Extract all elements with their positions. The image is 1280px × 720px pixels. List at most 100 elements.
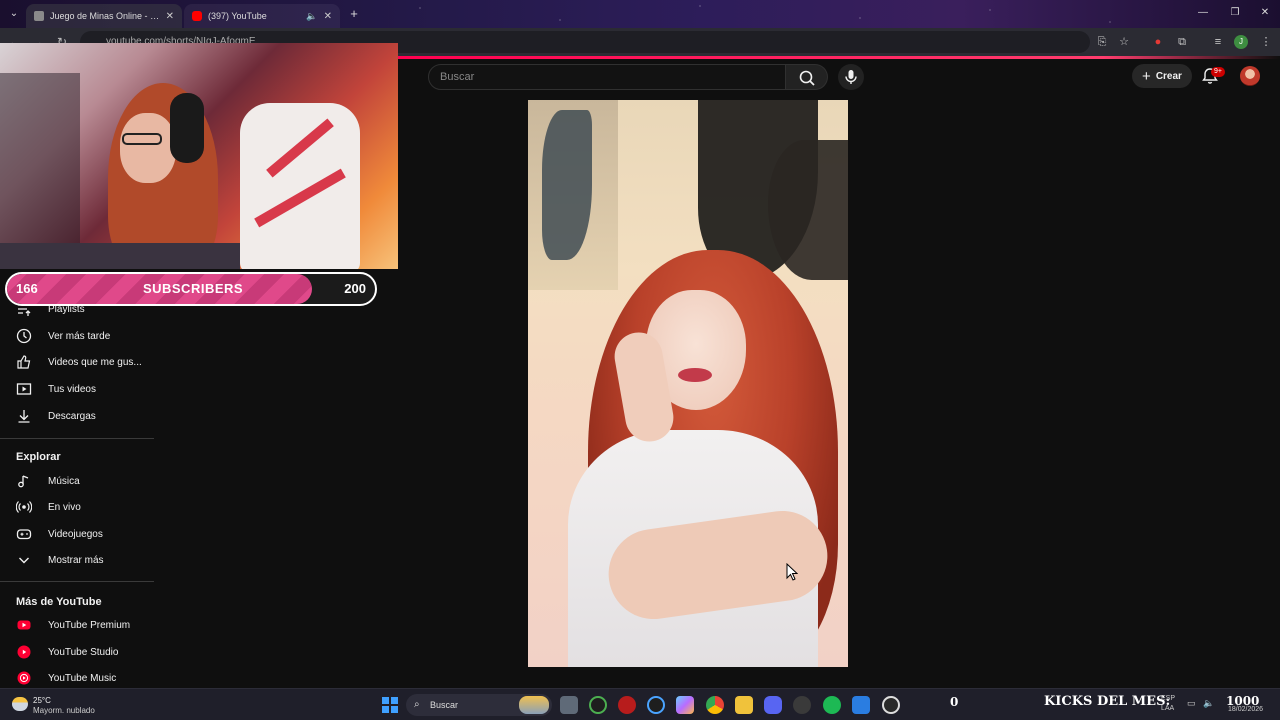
steam-icon[interactable]	[793, 696, 811, 714]
tab-minas[interactable]: Juego de Minas Online - Disfruta ✕	[26, 4, 182, 28]
clock-icon	[16, 328, 32, 344]
sidebar-item-liked-videos[interactable]: Videos que me gus...	[0, 350, 154, 374]
weather-cloud-sun-icon[interactable]	[12, 697, 28, 711]
extension-red-icon[interactable]: ●	[1150, 34, 1166, 50]
search-icon	[799, 70, 815, 86]
section-title-explorar: Explorar	[16, 451, 61, 463]
shorts-video-player[interactable]	[528, 100, 848, 667]
video-subject-lips	[678, 368, 712, 382]
sidebar-item-musica[interactable]: Música	[0, 469, 154, 493]
play-square-icon	[16, 383, 32, 395]
streamer-face	[120, 113, 176, 183]
streamer-glasses	[122, 133, 162, 145]
sidebar-item-descargas[interactable]: Descargas	[0, 404, 154, 428]
search-button[interactable]	[786, 64, 828, 90]
chair-stripe	[254, 168, 346, 228]
windows-start-icon[interactable]	[382, 697, 398, 713]
tab-favicon	[34, 11, 44, 21]
tab-search-icon[interactable]: ⌄	[6, 6, 22, 22]
account-avatar[interactable]	[1240, 66, 1260, 86]
section-title-mas-de-youtube: Más de YouTube	[16, 596, 102, 608]
upwork-icon[interactable]	[589, 696, 607, 714]
streamer-webcam-overlay	[0, 43, 398, 269]
sidebar-item-label: Música	[48, 475, 80, 487]
language-layout[interactable]: LAA	[1161, 705, 1174, 712]
webcam-background-shelf	[0, 73, 80, 243]
youtube-premium-icon	[17, 620, 31, 630]
install-app-icon[interactable]: ⎘	[1094, 34, 1110, 50]
webcam-desk	[0, 243, 240, 269]
voice-search-button[interactable]	[838, 64, 864, 90]
sidebar-divider	[0, 581, 154, 582]
chevron-down-icon	[19, 557, 29, 564]
sidebar-item-label: YouTube Studio	[48, 646, 119, 658]
plus-icon: +	[1142, 67, 1151, 85]
taskbar-search-label: Buscar	[430, 700, 459, 710]
sidebar-item-videojuegos[interactable]: Videojuegos	[0, 522, 154, 546]
youtube-music-icon	[17, 671, 31, 685]
media-controls-icon[interactable]: ≡	[1210, 34, 1226, 50]
task-view-icon[interactable]	[560, 696, 578, 714]
search-icon: ⌕	[414, 699, 420, 710]
browser-menu-icon[interactable]: ⋮	[1258, 34, 1274, 50]
sidebar-item-label: Videojuegos	[48, 528, 103, 540]
sidebar-item-youtube-music[interactable]: YouTube Music	[0, 666, 154, 690]
weather-description: Mayorm. nublado	[33, 706, 95, 715]
tab-youtube[interactable]: (397) YouTube 🔈 ✕	[184, 4, 340, 28]
create-label: Crear	[1155, 70, 1182, 82]
language-code[interactable]: ESP	[1161, 695, 1175, 702]
search-input[interactable]: Buscar	[428, 64, 786, 90]
video-background-shape	[542, 110, 592, 260]
sidebar-item-mostrar-mas[interactable]: Mostrar más	[0, 548, 154, 572]
close-icon[interactable]: ✕	[324, 11, 332, 22]
create-button[interactable]: + Crear	[1132, 64, 1192, 88]
windows-taskbar: 25°C Mayorm. nublado ⌕ Buscar 0 KICKS DE…	[0, 688, 1280, 720]
microphone-icon	[845, 70, 857, 84]
extensions-puzzle-icon[interactable]: ⧉	[1174, 34, 1190, 50]
obs-icon[interactable]	[882, 696, 900, 714]
subscriber-goal-bar: 166 SUBSCRIBERS 200	[5, 272, 377, 306]
chair-stripe	[266, 118, 334, 178]
cursor-app-icon[interactable]	[647, 696, 665, 714]
bookmark-star-icon[interactable]: ☆	[1116, 34, 1132, 50]
speaker-icon[interactable]: 🔈	[306, 11, 317, 22]
weather-temperature: 25°C	[33, 696, 51, 705]
tab-title: (397) YouTube	[208, 11, 267, 21]
sidebar-item-label: YouTube Music	[48, 672, 117, 684]
tab-title: Juego de Minas Online - Disfruta	[50, 11, 160, 21]
sidebar-item-label: Ver más tarde	[48, 330, 111, 342]
sidebar-item-youtube-premium[interactable]: YouTube Premium	[0, 613, 154, 637]
browser-profile-avatar[interactable]: J	[1234, 35, 1248, 49]
discord-icon[interactable]	[764, 696, 782, 714]
video-background-art	[528, 100, 618, 290]
sidebar-item-label: Mostrar más	[48, 554, 104, 566]
download-icon	[18, 410, 30, 423]
sidebar-divider	[0, 438, 154, 439]
taskbar-widget-icon[interactable]	[519, 696, 549, 714]
network-icon[interactable]: ▭	[1187, 698, 1196, 709]
minimize-button[interactable]: —	[1186, 4, 1220, 22]
live-icon	[16, 501, 32, 513]
sidebar-item-label: Videos que me gus...	[48, 356, 142, 368]
sidebar-item-ver-mas-tarde[interactable]: Ver más tarde	[0, 324, 154, 348]
sidebar-item-en-vivo[interactable]: En vivo	[0, 495, 154, 519]
sidebar-item-label: Tus videos	[48, 383, 96, 395]
chrome-icon[interactable]	[706, 696, 724, 714]
sidebar-item-youtube-studio[interactable]: YouTube Studio	[0, 640, 154, 664]
youtube-favicon-icon	[192, 11, 202, 21]
sidebar-item-label: Descargas	[48, 410, 96, 422]
volume-icon[interactable]: 🔈	[1203, 698, 1214, 709]
window-close-button[interactable]: ✕	[1248, 4, 1280, 22]
file-explorer-icon[interactable]	[735, 696, 753, 714]
spotify-icon[interactable]	[823, 696, 841, 714]
red-app-icon[interactable]	[618, 696, 636, 714]
thumbs-up-icon	[17, 355, 31, 369]
maximize-button[interactable]: ❐	[1218, 4, 1252, 22]
blue-app-icon[interactable]	[852, 696, 870, 714]
kicks-label: KICKS DEL MES:	[1044, 694, 1171, 709]
new-tab-button[interactable]: +	[346, 6, 362, 22]
sidebar-item-tus-videos[interactable]: Tus videos	[0, 377, 154, 401]
copilot-icon[interactable]	[676, 696, 694, 714]
taskbar-date[interactable]: 18/02/2026	[1228, 706, 1263, 713]
close-icon[interactable]: ✕	[166, 11, 174, 22]
